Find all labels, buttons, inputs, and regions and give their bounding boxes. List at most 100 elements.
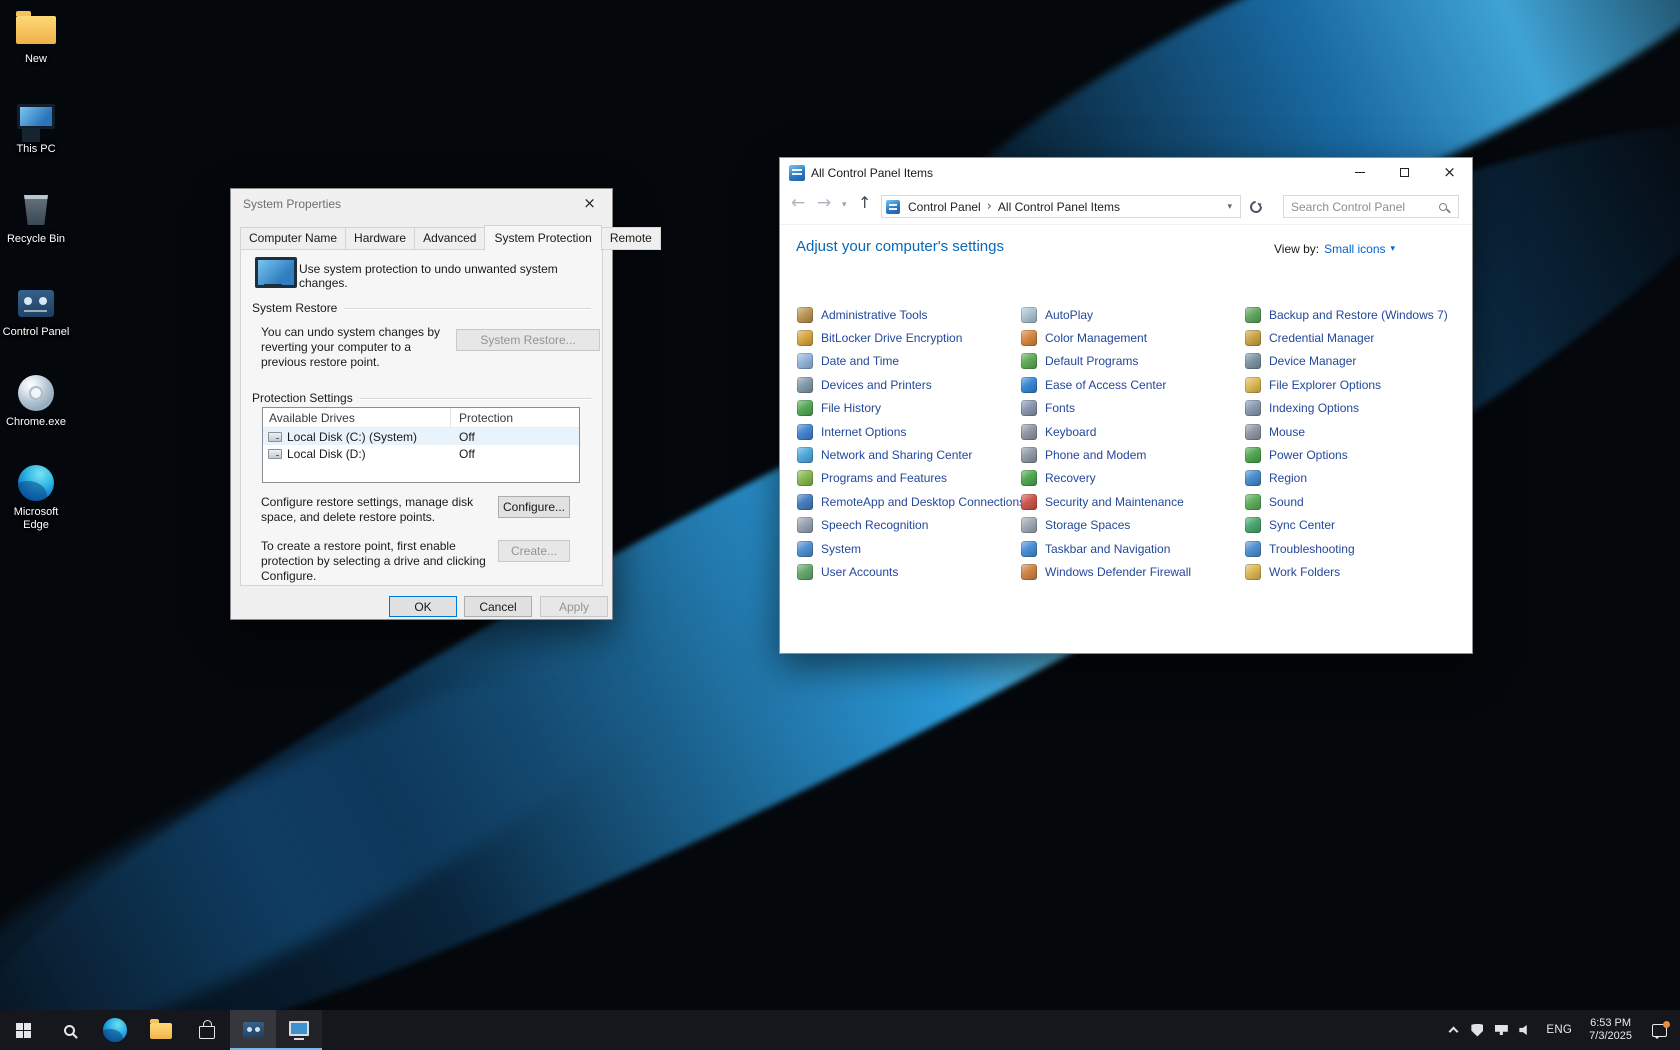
cp-item-file-history[interactable]: File History <box>797 397 1019 420</box>
tab-computer-name[interactable]: Computer Name <box>240 227 346 250</box>
cp-item-taskbar-and-navigation[interactable]: Taskbar and Navigation <box>1021 537 1243 560</box>
cancel-button[interactable]: Cancel <box>464 596 532 617</box>
cp-item-phone-and-modem[interactable]: Phone and Modem <box>1021 443 1243 466</box>
indexing-options-icon <box>1245 400 1261 416</box>
cp-item-storage-spaces[interactable]: Storage Spaces <box>1021 514 1243 537</box>
create-button[interactable]: Create... <box>498 540 570 562</box>
taskbar-edge-button[interactable] <box>92 1010 138 1050</box>
taskbar-control-panel-app-button[interactable] <box>230 1010 276 1050</box>
view-by-caret-icon[interactable] <box>1391 244 1396 254</box>
drive-row-d[interactable]: Local Disk (D:) Off <box>263 445 579 462</box>
cp-item-work-folders[interactable]: Work Folders <box>1245 560 1467 583</box>
drive-row-c[interactable]: Local Disk (C:) (System) Off <box>263 428 579 445</box>
column-protection[interactable]: Protection <box>451 408 579 427</box>
protection-settings-list[interactable]: Available Drives Protection Local Disk (… <box>262 407 580 483</box>
search-box[interactable] <box>1283 195 1459 218</box>
taskbar-search-button[interactable] <box>46 1010 92 1050</box>
sp-titlebar[interactable]: System Properties <box>231 189 612 219</box>
desktop-icon-control-panel[interactable]: Control Panel <box>2 283 70 339</box>
close-button[interactable] <box>567 189 612 218</box>
chevron-up-icon <box>1448 1027 1458 1037</box>
cp-item-devices-and-printers[interactable]: Devices and Printers <box>797 373 1019 396</box>
tab-system-protection[interactable]: System Protection <box>484 225 601 251</box>
search-input[interactable] <box>1284 200 1439 214</box>
desktop-icon-label: Chrome.exe <box>2 416 70 429</box>
cp-item-backup-and-restore[interactable]: Backup and Restore (Windows 7) <box>1245 303 1467 326</box>
back-button[interactable] <box>791 195 805 212</box>
cp-item-credential-manager[interactable]: Credential Manager <box>1245 326 1467 349</box>
cp-item-region[interactable]: Region <box>1245 467 1467 490</box>
cp-item-color-management[interactable]: Color Management <box>1021 326 1243 349</box>
configure-button[interactable]: Configure... <box>498 496 570 518</box>
language-indicator[interactable]: ENG <box>1537 1024 1581 1036</box>
breadcrumb-control-panel[interactable]: Control Panel <box>902 200 987 214</box>
tray-security-button[interactable] <box>1465 1010 1489 1050</box>
view-by-value[interactable]: Small icons <box>1324 242 1385 256</box>
notification-center-button[interactable] <box>1640 1010 1678 1050</box>
cp-item-power-options[interactable]: Power Options <box>1245 443 1467 466</box>
cp-item-default-programs[interactable]: Default Programs <box>1021 350 1243 373</box>
cp-item-keyboard[interactable]: Keyboard <box>1021 420 1243 443</box>
cp-titlebar[interactable]: All Control Panel Items <box>780 158 1472 188</box>
tab-hardware[interactable]: Hardware <box>345 227 415 250</box>
cp-item-windows-defender-firewall[interactable]: Windows Defender Firewall <box>1021 560 1243 583</box>
cp-item-file-explorer-options[interactable]: File Explorer Options <box>1245 373 1467 396</box>
tray-show-hidden-icons-button[interactable] <box>1441 1010 1465 1050</box>
refresh-button[interactable] <box>1248 199 1265 216</box>
cp-item-internet-options[interactable]: Internet Options <box>797 420 1019 443</box>
cp-item-administrative-tools[interactable]: Administrative Tools <box>797 303 1019 326</box>
view-by-label: View by: <box>1274 242 1319 256</box>
start-button[interactable] <box>0 1010 46 1050</box>
desktop-icon-microsoft-edge[interactable]: Microsoft Edge <box>2 463 70 532</box>
desktop-icon-this-pc[interactable]: This PC <box>2 100 70 156</box>
cp-item-remoteapp[interactable]: RemoteApp and Desktop Connections <box>797 490 1019 513</box>
taskbar-file-explorer-button[interactable] <box>138 1010 184 1050</box>
tab-advanced[interactable]: Advanced <box>414 227 485 250</box>
desktop-icon-recycle-bin[interactable]: Recycle Bin <box>2 190 70 246</box>
address-dropdown-icon[interactable] <box>1219 202 1240 212</box>
apply-button[interactable]: Apply <box>540 596 608 617</box>
cp-item-mouse[interactable]: Mouse <box>1245 420 1467 443</box>
cp-item-indexing-options[interactable]: Indexing Options <box>1245 397 1467 420</box>
column-available-drives[interactable]: Available Drives <box>263 408 451 427</box>
cp-item-sound[interactable]: Sound <box>1245 490 1467 513</box>
desktop-icon-chrome-exe[interactable]: Chrome.exe <box>2 373 70 429</box>
cp-item-ease-of-access-center[interactable]: Ease of Access Center <box>1021 373 1243 396</box>
cp-item-fonts[interactable]: Fonts <box>1021 397 1243 420</box>
close-button[interactable] <box>1427 158 1472 187</box>
clock[interactable]: 6:53 PM 7/3/2025 <box>1581 1017 1640 1043</box>
clock-date: 7/3/2025 <box>1589 1030 1632 1043</box>
cp-item-recovery[interactable]: Recovery <box>1021 467 1243 490</box>
system-restore-section: System Restore <box>252 301 591 315</box>
cp-item-network-and-sharing-center[interactable]: Network and Sharing Center <box>797 443 1019 466</box>
recovery-icon <box>1021 470 1037 486</box>
up-button[interactable] <box>858 195 871 211</box>
cp-item-system[interactable]: System <box>797 537 1019 560</box>
tray-network-button[interactable] <box>1489 1010 1513 1050</box>
cp-item-device-manager[interactable]: Device Manager <box>1245 350 1467 373</box>
address-bar[interactable]: Control Panel All Control Panel Items <box>881 195 1241 218</box>
cp-item-speech-recognition[interactable]: Speech Recognition <box>797 514 1019 537</box>
cp-item-programs-and-features[interactable]: Programs and Features <box>797 467 1019 490</box>
minimize-button[interactable] <box>1337 158 1382 187</box>
cp-item-security-and-maintenance[interactable]: Security and Maintenance <box>1021 490 1243 513</box>
ok-button[interactable]: OK <box>389 596 457 617</box>
cp-item-sync-center[interactable]: Sync Center <box>1245 514 1467 537</box>
maximize-button[interactable] <box>1382 158 1427 187</box>
cp-item-date-and-time[interactable]: Date and Time <box>797 350 1019 373</box>
forward-button[interactable] <box>817 195 831 212</box>
desktop-icon-new[interactable]: New <box>2 10 70 66</box>
edge-shape <box>18 465 54 501</box>
cp-item-autoplay[interactable]: AutoPlay <box>1021 303 1243 326</box>
cp-item-user-accounts[interactable]: User Accounts <box>797 560 1019 583</box>
recent-locations-dropdown-icon[interactable] <box>842 201 847 210</box>
taskbar-system-properties-app-button[interactable] <box>276 1010 322 1050</box>
taskbar-store-button[interactable] <box>184 1010 230 1050</box>
system-restore-button[interactable]: System Restore... <box>456 329 600 351</box>
tab-remote[interactable]: Remote <box>601 227 661 250</box>
tray-volume-button[interactable] <box>1513 1010 1537 1050</box>
cp-item-troubleshooting[interactable]: Troubleshooting <box>1245 537 1467 560</box>
power-options-icon <box>1245 447 1261 463</box>
cp-item-bitlocker[interactable]: BitLocker Drive Encryption <box>797 326 1019 349</box>
breadcrumb-all-control-panel-items[interactable]: All Control Panel Items <box>992 200 1126 214</box>
